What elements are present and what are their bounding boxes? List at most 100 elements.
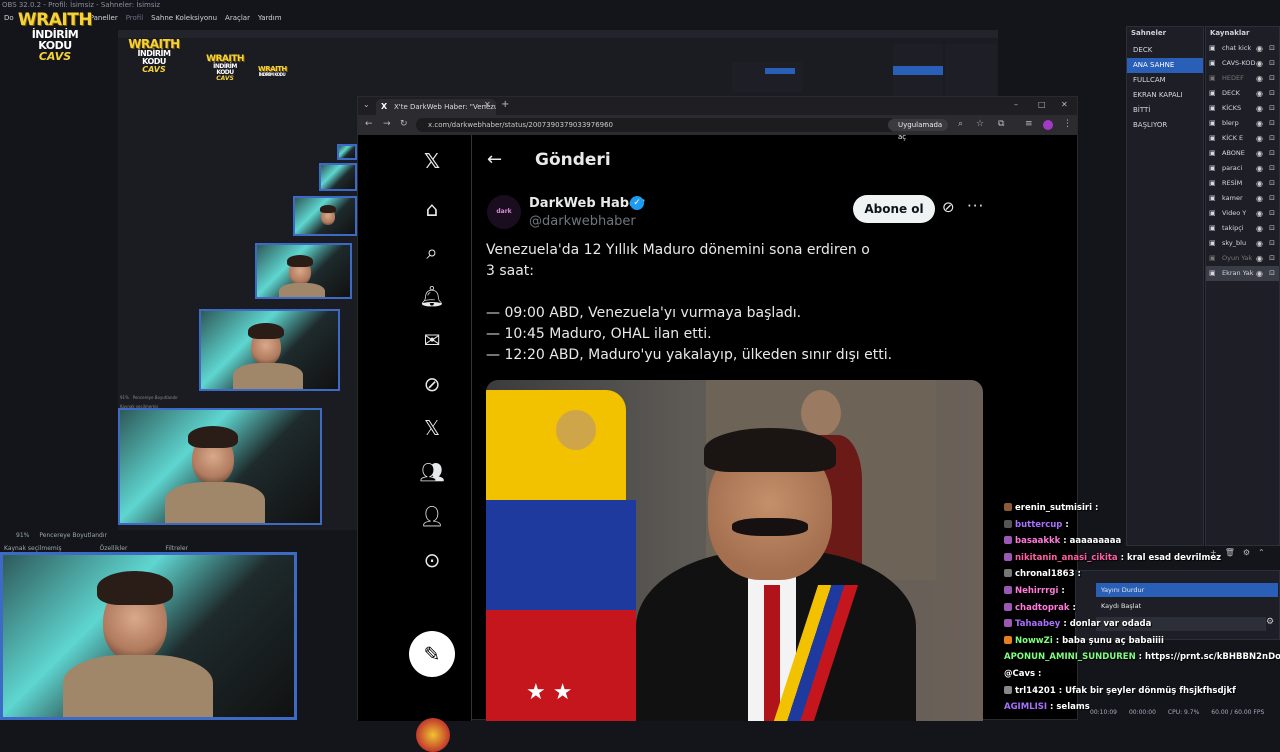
lock-icon[interactable]: ⊡ xyxy=(1269,161,1275,176)
more-nav-icon[interactable]: ⊙ xyxy=(418,546,446,574)
back-icon[interactable]: ← xyxy=(365,119,373,129)
lock-icon[interactable]: ⊡ xyxy=(1269,71,1275,86)
menu-item-tools[interactable]: Araçlar xyxy=(225,10,250,26)
source-item[interactable]: Oyun Yak ▣ ◉ ⊡ xyxy=(1206,251,1279,266)
lock-icon[interactable]: ⊡ xyxy=(1269,131,1275,146)
x-logo-icon[interactable]: 𝕏 xyxy=(418,147,446,175)
tab-menu-icon[interactable]: ⌄ xyxy=(363,100,370,109)
open-in-app-pill[interactable]: Uygulamada aç xyxy=(888,119,948,141)
visibility-eye-icon[interactable]: ◉ xyxy=(1256,41,1263,56)
lock-icon[interactable]: ⊡ xyxy=(1269,86,1275,101)
lock-icon[interactable]: ⊡ xyxy=(1269,176,1275,191)
source-item[interactable]: blerp ▣ ◉ ⊡ xyxy=(1206,116,1279,131)
extensions-icon[interactable]: ⧉ xyxy=(998,119,1004,129)
source-item[interactable]: KİCK E ▣ ◉ ⊡ xyxy=(1206,131,1279,146)
reload-icon[interactable]: ↻ xyxy=(400,119,408,129)
zoom-level[interactable]: 91% xyxy=(16,530,29,542)
close-window-icon[interactable]: ✕ xyxy=(1061,100,1068,109)
lock-icon[interactable]: ⊡ xyxy=(1269,146,1275,161)
menu-item-profile[interactable]: Profil xyxy=(126,10,143,26)
visibility-eye-icon[interactable]: ◉ xyxy=(1256,191,1263,206)
messages-icon[interactable]: ✉ xyxy=(418,326,446,354)
lock-icon[interactable]: ⊡ xyxy=(1269,236,1275,251)
source-item[interactable]: HEDEF ▣ ◉ ⊡ xyxy=(1206,71,1279,86)
menu-item-scene-collection[interactable]: Sahne Koleksiyonu xyxy=(151,10,217,26)
source-item[interactable]: takipçi ▣ ◉ ⊡ xyxy=(1206,221,1279,236)
visibility-eye-icon[interactable]: ◉ xyxy=(1256,161,1263,176)
new-tab-icon[interactable]: + xyxy=(501,99,509,110)
visibility-eye-icon[interactable]: ◉ xyxy=(1256,116,1263,131)
source-item[interactable]: ABONE ▣ ◉ ⊡ xyxy=(1206,146,1279,161)
fit-to-window[interactable]: Pencereye Boyutlandır xyxy=(39,530,107,542)
author-handle[interactable]: @darkwebhaber xyxy=(529,214,636,229)
premium-x-icon[interactable]: 𝕏 xyxy=(418,414,446,442)
lock-icon[interactable]: ⊡ xyxy=(1269,41,1275,56)
scene-item[interactable]: BAŞLIYOR xyxy=(1127,118,1203,133)
minimize-icon[interactable]: – xyxy=(1014,100,1018,109)
post-image[interactable]: ★ ★ xyxy=(486,380,983,721)
visibility-eye-icon[interactable]: ◉ xyxy=(1256,236,1263,251)
communities-icon[interactable]: 👥︎ xyxy=(418,458,446,486)
source-item[interactable]: sky_blu ▣ ◉ ⊡ xyxy=(1206,236,1279,251)
scene-item[interactable]: BİTTİ xyxy=(1127,103,1203,118)
url-field[interactable]: x.com/darkwebhaber/status/20073903790339… xyxy=(416,118,896,132)
chat-badge-icon xyxy=(1004,635,1012,644)
source-item[interactable]: KİCKS ▣ ◉ ⊡ xyxy=(1206,101,1279,116)
visibility-eye-icon[interactable]: ◉ xyxy=(1256,221,1263,236)
notifications-icon[interactable]: 🔔︎ xyxy=(418,282,446,310)
profile-nav-icon[interactable]: 👤︎ xyxy=(418,502,446,530)
scene-item[interactable]: FULLCAM xyxy=(1127,73,1203,88)
lock-icon[interactable]: ⊡ xyxy=(1269,266,1275,281)
scene-item-active[interactable]: ANA SAHNE xyxy=(1127,58,1203,73)
tab-close-icon[interactable]: ✕ xyxy=(484,100,491,109)
home-icon[interactable]: ⌂ xyxy=(418,195,446,223)
compose-post-button[interactable]: ✎ xyxy=(409,631,455,677)
forward-icon[interactable]: → xyxy=(383,119,391,129)
lock-icon[interactable]: ⊡ xyxy=(1269,221,1275,236)
lock-icon[interactable]: ⊡ xyxy=(1269,56,1275,71)
visibility-eye-icon[interactable]: ◉ xyxy=(1256,131,1263,146)
visibility-eye-icon[interactable]: ◉ xyxy=(1256,71,1263,86)
visibility-eye-icon[interactable]: ◉ xyxy=(1256,101,1263,116)
grok-explain-icon[interactable]: ⊘ xyxy=(942,198,955,216)
source-item[interactable]: CAVS-KOD ▣ ◉ ⊡ xyxy=(1206,56,1279,71)
visibility-eye-icon[interactable]: ◉ xyxy=(1256,206,1263,221)
profile-icon[interactable] xyxy=(1043,120,1053,130)
lock-icon[interactable]: ⊡ xyxy=(1269,206,1275,221)
menu-icon[interactable]: ⋮ xyxy=(1063,119,1072,129)
grok-icon[interactable]: ⊘ xyxy=(418,370,446,398)
bookmark-icon[interactable]: ☆ xyxy=(976,119,984,129)
source-item[interactable]: DECK ▣ ◉ ⊡ xyxy=(1206,86,1279,101)
source-item[interactable]: Video Y ▣ ◉ ⊡ xyxy=(1206,206,1279,221)
scene-item[interactable]: EKRAN KAPALI xyxy=(1127,88,1203,103)
visibility-eye-icon[interactable]: ◉ xyxy=(1256,56,1263,71)
lock-icon[interactable]: ⊡ xyxy=(1269,191,1275,206)
author-avatar[interactable]: dark xyxy=(487,195,521,229)
author-name[interactable]: DarkWeb Haber xyxy=(529,196,644,211)
account-avatar[interactable] xyxy=(416,718,450,752)
visibility-eye-icon[interactable]: ◉ xyxy=(1256,146,1263,161)
visibility-eye-icon[interactable]: ◉ xyxy=(1256,176,1263,191)
search-icon[interactable]: ⌕ xyxy=(418,238,446,266)
visibility-eye-icon[interactable]: ◉ xyxy=(1256,266,1263,281)
source-item[interactable]: paraci ▣ ◉ ⊡ xyxy=(1206,161,1279,176)
cast-icon[interactable]: ≡ xyxy=(1025,119,1033,129)
source-item[interactable]: Ekran Yak ▣ ◉ ⊡ xyxy=(1206,266,1279,281)
browser-tab[interactable]: X X'te DarkWeb Haber: "Venezu xyxy=(376,99,496,115)
lock-icon[interactable]: ⊡ xyxy=(1269,116,1275,131)
source-item[interactable]: RESİM ▣ ◉ ⊡ xyxy=(1206,176,1279,191)
source-item[interactable]: kamer ▣ ◉ ⊡ xyxy=(1206,191,1279,206)
back-arrow-icon[interactable]: ← xyxy=(487,149,502,170)
more-options-icon[interactable]: ··· xyxy=(967,197,984,215)
maximize-icon[interactable]: □ xyxy=(1038,100,1046,109)
source-item[interactable]: chat kick ▣ ◉ ⊡ xyxy=(1206,41,1279,56)
zoom-icon[interactable]: ⌕ xyxy=(958,119,963,129)
lock-icon[interactable]: ⊡ xyxy=(1269,251,1275,266)
visibility-eye-icon[interactable]: ◉ xyxy=(1256,86,1263,101)
visibility-eye-icon[interactable]: ◉ xyxy=(1256,251,1263,266)
lock-icon[interactable]: ⊡ xyxy=(1269,101,1275,116)
scene-item[interactable]: DECK xyxy=(1127,43,1203,58)
follow-button[interactable]: Abone ol xyxy=(853,195,935,223)
menu-item-prefix[interactable]: Do xyxy=(4,10,14,26)
menu-item-help[interactable]: Yardım xyxy=(258,10,282,26)
